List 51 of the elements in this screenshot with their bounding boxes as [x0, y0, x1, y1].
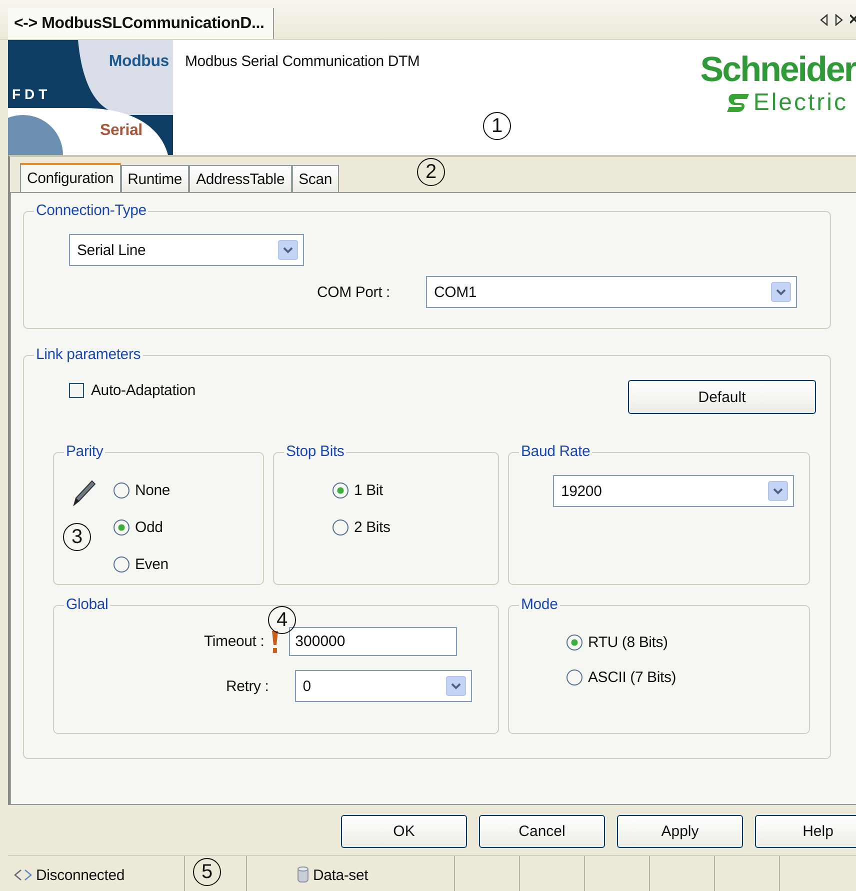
tab[interactable]: Runtime	[120, 165, 190, 193]
radio-button[interactable]: 1 Bit	[332, 481, 498, 499]
baud-rate-dropdown[interactable]: 19200	[553, 475, 794, 507]
callout-number: 5	[193, 858, 221, 886]
header-title: Modbus Serial Communication DTM	[184, 52, 420, 70]
pencil-icon	[71, 479, 97, 507]
auto-adaptation-checkbox[interactable]: Auto-Adaptation	[69, 382, 196, 398]
radio-button[interactable]: Even	[113, 555, 263, 573]
tab[interactable]: Scan	[292, 165, 339, 193]
document-tab[interactable]: <-> ModbusSLCommunicationD...	[8, 8, 274, 39]
warning-icon	[271, 630, 280, 654]
radio-button[interactable]: ASCII (7 Bits)	[566, 668, 809, 686]
timeout-field[interactable]: 300000	[289, 627, 458, 656]
dialog-button[interactable]: OK	[341, 815, 467, 848]
com-port-dropdown[interactable]: COM1	[426, 276, 798, 308]
callout-number: 3	[63, 523, 91, 551]
close-icon[interactable]	[850, 14, 856, 24]
dialog-button[interactable]: Apply	[617, 815, 743, 848]
logo-text: FDT	[12, 86, 52, 102]
logo-text: Modbus	[108, 53, 169, 71]
callout-number: 4	[268, 606, 296, 634]
group-label: Stop Bits	[284, 443, 346, 461]
connection-type-dropdown[interactable]: Serial Line	[69, 234, 304, 266]
group-label: Connection-Type	[34, 202, 148, 220]
callout-number: 1	[483, 112, 511, 140]
radio-button[interactable]: RTU (8 Bits)	[566, 633, 809, 651]
connection-icon	[14, 869, 32, 881]
brand-logo-text: Electric	[753, 90, 848, 116]
radio-button[interactable]: Odd	[113, 518, 263, 536]
tab[interactable]: AddressTable	[189, 165, 292, 193]
com-port-label: COM Port :	[317, 284, 390, 300]
logo-text: Serial	[100, 122, 142, 140]
brand-swirl-icon	[725, 92, 752, 114]
timeout-label: Timeout :	[204, 633, 264, 650]
dialog-button[interactable]: Cancel	[479, 815, 605, 848]
database-icon	[297, 866, 309, 884]
retry-label: Retry :	[226, 678, 269, 694]
callout-number: 2	[417, 158, 445, 186]
connection-status: Disconnected	[36, 866, 124, 884]
group-label: Link parameters	[34, 346, 143, 364]
previous-icon[interactable]	[820, 14, 828, 26]
next-icon[interactable]	[835, 14, 843, 26]
dialog-button[interactable]: Help	[755, 815, 856, 848]
group-label: Parity	[64, 443, 106, 461]
radio-button[interactable]: None	[113, 481, 263, 499]
dataset-status: Data-set	[313, 866, 368, 884]
radio-button[interactable]: 2 Bits	[332, 518, 498, 536]
retry-dropdown[interactable]: 0	[294, 670, 472, 702]
default-button[interactable]: Default	[628, 380, 816, 414]
tab[interactable]: Configuration	[20, 163, 121, 194]
brand-logo-text: Schneider	[700, 50, 856, 90]
